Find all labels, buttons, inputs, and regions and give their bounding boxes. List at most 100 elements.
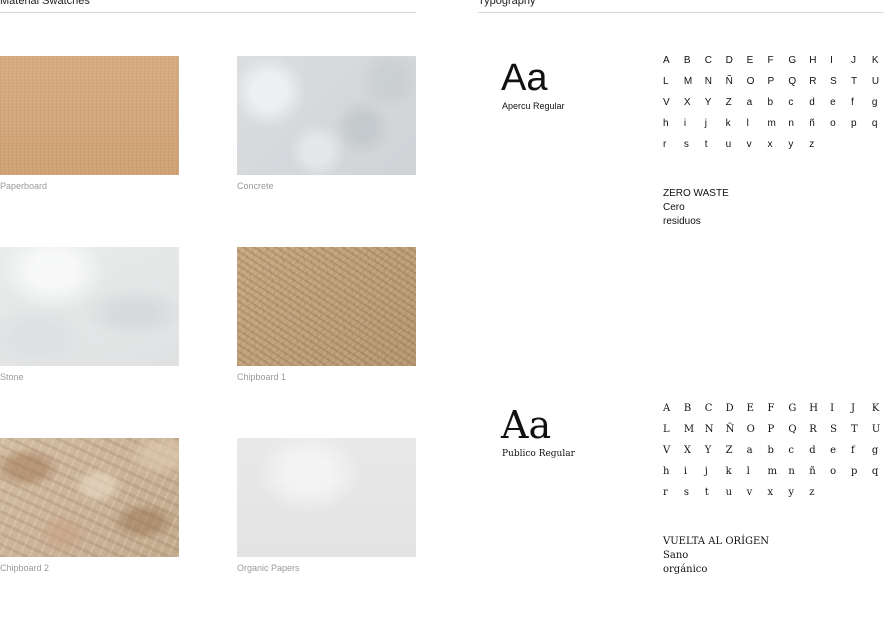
glyph: R xyxy=(809,76,817,87)
glyph: n xyxy=(788,466,795,477)
glyph: K xyxy=(871,403,880,414)
sample-text-apercu: ZERO WASTE Cero residuos xyxy=(663,187,729,229)
glyph: h xyxy=(663,466,670,477)
glyph: d xyxy=(809,445,816,456)
glyph: a xyxy=(746,97,753,108)
glyph: m xyxy=(767,118,776,129)
glyph: P xyxy=(767,424,775,435)
glyph: C xyxy=(704,403,713,414)
glyph: D xyxy=(725,403,734,414)
glyph: t xyxy=(704,139,708,150)
glyph: r xyxy=(663,139,667,150)
glyph: b xyxy=(767,97,774,108)
glyph: h xyxy=(663,118,669,129)
glyph: f xyxy=(851,445,855,456)
glyph: c xyxy=(788,445,794,456)
glyph: E xyxy=(746,55,754,66)
swatch-label-stone: Stone xyxy=(0,372,24,382)
glyph: Q xyxy=(788,76,797,87)
glyph-grid-apercu: A B C D E F G H I J K L MN Ñ O P Q R S T U V X Y Za b c d e f g h i j k l m n… xyxy=(663,55,884,160)
font-sample-apercu: Aa xyxy=(501,57,548,99)
glyph: T xyxy=(851,424,858,435)
glyph: F xyxy=(767,403,775,414)
sample-line: Cero xyxy=(663,202,685,213)
glyph: i xyxy=(683,118,687,129)
typography-section-title: Typography xyxy=(478,0,536,7)
glyph: y xyxy=(788,487,794,498)
swatch-label-chipboard-2: Chipboard 2 xyxy=(0,563,50,573)
glyph: R xyxy=(809,424,817,435)
sample-line: Sano xyxy=(663,550,689,561)
swatch-chipboard-2 xyxy=(0,438,179,557)
swatch-stone xyxy=(0,247,179,366)
glyph: X xyxy=(683,97,691,108)
glyph: z xyxy=(809,487,815,498)
sample-line: orgánico xyxy=(663,564,708,575)
glyph: S xyxy=(830,76,837,87)
glyph: Ñ xyxy=(725,424,735,435)
glyph: V xyxy=(663,97,670,108)
sample-text-publico: VUELTA AL ORÍGEN Sano orgánico xyxy=(663,535,769,577)
glyph: O xyxy=(746,424,755,435)
glyph: p xyxy=(851,118,857,129)
glyph: u xyxy=(725,139,732,150)
glyph: P xyxy=(767,76,775,87)
glyph: T xyxy=(851,76,858,87)
glyph: z xyxy=(809,139,815,150)
glyph: N xyxy=(704,76,713,87)
materials-section-title: Material Swatches xyxy=(0,0,90,7)
glyph: j xyxy=(704,466,708,477)
glyph: U xyxy=(871,424,881,435)
glyph: M xyxy=(683,424,695,435)
glyph: j xyxy=(704,118,708,129)
glyph: V xyxy=(663,445,671,456)
glyph-grid-publico: A B C D E F G H I J K L MNÑO P Q R S T U V X Y Za b c d e f g h i j k l mn… xyxy=(663,403,884,508)
glyph: G xyxy=(788,55,797,66)
swatch-organic-papers xyxy=(237,438,416,557)
glyph: v xyxy=(746,139,752,150)
font-sample-publico: Aa xyxy=(501,403,552,447)
glyph: Ñ xyxy=(725,76,733,87)
glyph: A xyxy=(663,403,671,414)
sample-line: VUELTA AL ORÍGEN xyxy=(663,536,770,547)
swatch-chipboard-1 xyxy=(237,247,416,366)
glyph: N xyxy=(704,424,714,435)
glyph: ñ xyxy=(809,466,816,477)
glyph: L xyxy=(663,424,670,435)
glyph: L xyxy=(663,76,669,87)
glyph: U xyxy=(871,76,880,87)
glyph: g xyxy=(871,445,879,456)
glyph: Q xyxy=(788,424,797,435)
glyph: n xyxy=(788,118,794,129)
glyph: a xyxy=(746,445,753,456)
glyph: c xyxy=(788,97,794,108)
glyph: i xyxy=(683,466,688,477)
glyph: y xyxy=(788,139,794,150)
glyph: q xyxy=(871,466,879,477)
glyph: u xyxy=(725,487,733,498)
glyph: S xyxy=(830,424,837,435)
glyph: t xyxy=(704,487,709,498)
glyph: q xyxy=(871,118,878,129)
glyph: H xyxy=(809,55,817,66)
swatch-label-concrete: Concrete xyxy=(237,181,274,191)
glyph: p xyxy=(851,466,858,477)
font-name-apercu: Apercu Regular xyxy=(502,101,565,111)
glyph: x xyxy=(767,139,773,150)
typography-divider xyxy=(478,12,884,13)
glyph: g xyxy=(871,97,878,108)
glyph: ñ xyxy=(809,118,815,129)
glyph: l xyxy=(746,466,750,477)
glyph: X xyxy=(683,445,692,456)
swatch-label-chipboard-1: Chipboard 1 xyxy=(237,372,287,382)
sample-line: ZERO WASTE xyxy=(663,188,729,199)
glyph: e xyxy=(830,445,837,456)
glyph: Z xyxy=(725,445,733,456)
glyph: Y xyxy=(704,445,712,456)
glyph: o xyxy=(830,118,836,129)
swatch-label-paperboard: Paperboard xyxy=(0,181,48,191)
glyph: d xyxy=(809,97,815,108)
glyph: B xyxy=(683,403,692,414)
glyph: l xyxy=(746,118,749,129)
glyph: M xyxy=(683,76,693,87)
